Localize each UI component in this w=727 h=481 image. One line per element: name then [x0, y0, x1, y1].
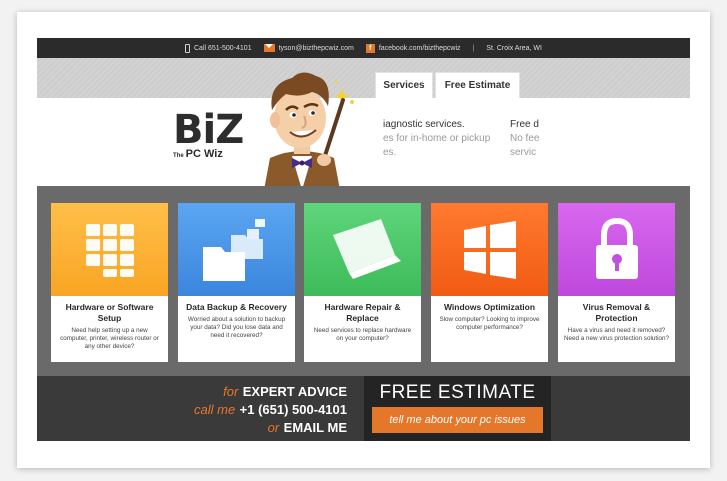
wizard-mascot-icon	[264, 72, 354, 190]
facebook-text: facebook.com/bizthepcwiz	[378, 44, 461, 52]
mail-icon	[263, 44, 275, 52]
service-title: Virus Removal & Protection	[582, 302, 651, 323]
windows-logo-icon	[463, 220, 516, 279]
contact-advice: for EXPERT ADVICE call me +1 (651) 500-4…	[177, 383, 347, 437]
folders-icon	[202, 218, 265, 281]
facebook-link[interactable]: f facebook.com/bizthepcwiz	[365, 43, 461, 53]
service-tile	[51, 203, 168, 296]
email-text: tyson@bizthepcwiz.com	[278, 44, 354, 52]
phone-icon	[185, 43, 190, 53]
blurb-line: servic	[510, 147, 537, 158]
logo-pc-wiz: PC Wiz	[185, 148, 223, 160]
phone-contact[interactable]: Call 651-500-4101	[185, 43, 252, 53]
estimate-blurb: Free d No fee servic	[510, 118, 544, 160]
services-blurb: iagnostic services. es for in-home or pi…	[383, 118, 495, 160]
blurb-line: es.	[383, 147, 397, 158]
grid-tiles-icon	[85, 223, 134, 277]
contact-bar: Call 651-500-4101 tyson@bizthepcwiz.com …	[37, 38, 690, 58]
call-me-text: call me	[194, 402, 236, 417]
tab-free-estimate[interactable]: Free Estimate	[435, 72, 520, 98]
service-description: Need services to replace hardware on you…	[313, 327, 412, 342]
service-tile	[431, 203, 548, 296]
service-title: Windows Optimization	[443, 302, 536, 312]
service-card-virus-removal[interactable]: Virus Removal & Protection Have a virus …	[558, 203, 675, 362]
footer-phone-link[interactable]: +1 (651) 500-4101	[240, 402, 347, 417]
logo-wordmark: BiZ	[173, 107, 244, 153]
blurb-line: es for in-home or pickup	[383, 133, 491, 144]
location-text: St. Croix Area, WI	[486, 44, 542, 52]
phone-text: Call 651-500-4101	[194, 44, 252, 52]
expert-advice-text: EXPERT ADVICE	[242, 384, 347, 399]
service-description: Need help setting up a new computer, pri…	[60, 327, 159, 350]
service-tile	[178, 203, 295, 296]
service-description: Worried about a solution to backup your …	[187, 316, 286, 339]
service-title: Hardware or Software Setup	[65, 302, 154, 323]
padlock-icon	[595, 217, 638, 279]
service-title: Hardware Repair & Replace	[324, 302, 401, 323]
estimate-button[interactable]: tell me about your pc issues	[372, 407, 543, 433]
service-card-windows-optimization[interactable]: Windows Optimization Slow computer? Look…	[431, 203, 548, 362]
service-tile	[558, 203, 675, 296]
service-title: Data Backup & Recovery	[186, 302, 287, 312]
tab-services[interactable]: Services	[375, 72, 433, 98]
service-card-data-backup[interactable]: Data Backup & Recovery Worried about a s…	[178, 203, 295, 362]
service-card-hardware-repair[interactable]: Hardware Repair & Replace Need services …	[304, 203, 421, 362]
service-card-hardware-setup[interactable]: Hardware or Software Setup Need help set…	[51, 203, 168, 362]
service-description: Slow computer? Looking to improve comput…	[439, 316, 540, 331]
facebook-icon: f	[365, 43, 375, 53]
or-text: or	[267, 420, 280, 435]
header-band	[37, 58, 690, 98]
header-area	[37, 98, 690, 186]
blurb-line: No fee	[510, 133, 540, 144]
email-me-link[interactable]: EMAIL ME	[284, 420, 347, 435]
blurb-line: iagnostic services.	[383, 119, 465, 130]
email-contact[interactable]: tyson@bizthepcwiz.com	[263, 44, 354, 52]
free-estimate-title: FREE ESTIMATE	[379, 382, 536, 403]
site-logo[interactable]: BiZ The PC Wiz	[173, 107, 244, 160]
for-text: for	[223, 384, 239, 399]
website: Call 651-500-4101 tyson@bizthepcwiz.com …	[37, 38, 690, 441]
logo-the: The	[173, 153, 184, 159]
blurb-line: Free d	[510, 119, 539, 130]
service-description: Have a virus and need it removed? Need a…	[564, 327, 670, 342]
laptop-icon	[332, 218, 401, 279]
separator: |	[472, 44, 475, 52]
service-tile	[304, 203, 421, 296]
